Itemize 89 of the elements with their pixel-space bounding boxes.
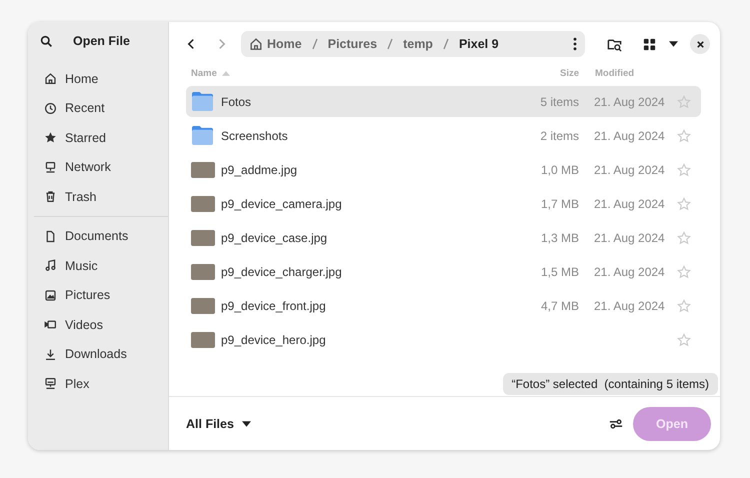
modified-date: 21. Aug 2024 [593,196,666,210]
file-name: p9_device_front.jpg [221,298,327,312]
breadcrumb[interactable]: Pixel 9 [458,37,499,51]
file-size: 1,5 MB [540,264,579,278]
modified-date: 21. Aug 2024 [593,230,666,244]
sidebar-item[interactable]: Home [34,64,162,94]
photo-placeholder [191,264,215,280]
file-name: p9_device_case.jpg [221,230,328,244]
file-size: 1,3 MB [540,230,579,244]
file-row[interactable]: p9_addme.jpg 1,0 MB 21. Aug 2024 [186,154,701,185]
home-icon [249,37,263,51]
modified-date: 21. Aug 2024 [593,162,666,176]
breadcrumb[interactable]: Pictures [328,37,378,51]
file-name: p9_addme.jpg [221,162,298,176]
modified-date: 21. Aug 2024 [593,264,666,278]
breadcrumb[interactable]: temp [403,37,433,51]
star-icon[interactable] [676,332,690,346]
close-button[interactable] [690,34,710,54]
file-row[interactable]: p9_device_hero.jpg [186,324,701,355]
download-icon [44,348,57,361]
sidebar-item[interactable]: Starred [34,123,162,152]
file-size: 2 items [539,128,579,142]
star-icon[interactable] [676,230,690,244]
photo-placeholder [191,298,215,314]
photo-placeholder [191,332,215,348]
file-size: 4,7 MB [540,298,579,312]
search-icon[interactable] [40,34,53,48]
star-icon[interactable] [676,264,690,278]
sidebar-item[interactable]: Documents [34,222,162,251]
file-name: Fotos [221,94,252,108]
network-icon [44,160,57,174]
folder-icon [191,125,214,146]
caret-icon[interactable] [669,41,678,47]
folder-icon [191,91,214,112]
sidebar-item[interactable]: Network [34,152,162,182]
photo-placeholder [191,230,215,246]
home-icon [44,72,57,86]
grid-view-icon[interactable] [642,36,657,52]
folder-search-icon[interactable] [607,36,622,52]
file-size: 5 items [539,94,579,108]
sidebar-item[interactable]: Downloads [34,340,162,369]
file-name: p9_device_camera.jpg [221,196,343,210]
sidebar-item[interactable]: Videos [34,310,162,340]
file-name: p9_device_charger.jpg [221,264,343,278]
music-icon [44,259,57,272]
path-separator-icon [442,38,449,50]
star-icon [44,131,57,144]
trash-icon [44,190,57,204]
file-name: p9_device_hero.jpg [221,332,327,346]
status-toast: “Fotos” selected (containing 5 items) [502,373,718,395]
modified-date: 21. Aug 2024 [593,298,666,312]
photo-placeholder [191,162,215,178]
star-icon[interactable] [676,162,690,176]
file-row[interactable]: p9_device_charger.jpg 1,5 MB 21. Aug 2024 [186,256,701,287]
modified-date: 21. Aug 2024 [593,128,666,142]
sidebar-item[interactable]: Plex [34,369,162,398]
document-icon [44,230,57,243]
photo-placeholder [191,196,215,212]
modified-date: 21. Aug 2024 [593,94,666,108]
sort-ascending-icon [222,70,230,76]
star-icon[interactable] [676,298,690,312]
star-icon[interactable] [676,128,690,142]
path-separator-icon [387,38,394,50]
more-options-icon[interactable] [573,37,577,51]
caret-icon [242,420,251,426]
file-name: Screenshots [221,128,289,142]
star-icon[interactable] [676,196,690,210]
options-icon[interactable] [609,416,623,430]
close-icon [696,40,704,48]
video-icon [44,318,57,332]
network-drive-icon [44,377,57,390]
file-row[interactable]: Screenshots 2 items 21. Aug 2024 [186,120,701,151]
sidebar-item[interactable]: Music [34,251,162,280]
path-separator-icon [312,38,318,50]
picture-icon [44,288,57,302]
sidebar-item[interactable]: Trash [34,182,162,212]
file-row[interactable]: p9_device_front.jpg 4,7 MB 21. Aug 2024 [186,290,701,321]
file-row[interactable]: p9_device_camera.jpg 1,7 MB 21. Aug 2024 [186,188,701,219]
clock-icon [44,102,57,115]
file-size: 1,7 MB [540,196,579,210]
sidebar-item[interactable]: Recent [34,94,162,123]
file-size: 1,0 MB [540,162,579,176]
window-title: Open File [73,34,130,48]
breadcrumb[interactable]: Home [249,37,302,51]
file-row[interactable]: p9_device_case.jpg 1,3 MB 21. Aug 2024 [186,222,701,253]
sidebar-item[interactable]: Pictures [34,280,162,310]
file-type-dropdown[interactable]: All Files [184,408,253,438]
star-icon[interactable] [676,94,690,108]
file-row[interactable]: Fotos 5 items 21. Aug 2024 [186,86,701,117]
